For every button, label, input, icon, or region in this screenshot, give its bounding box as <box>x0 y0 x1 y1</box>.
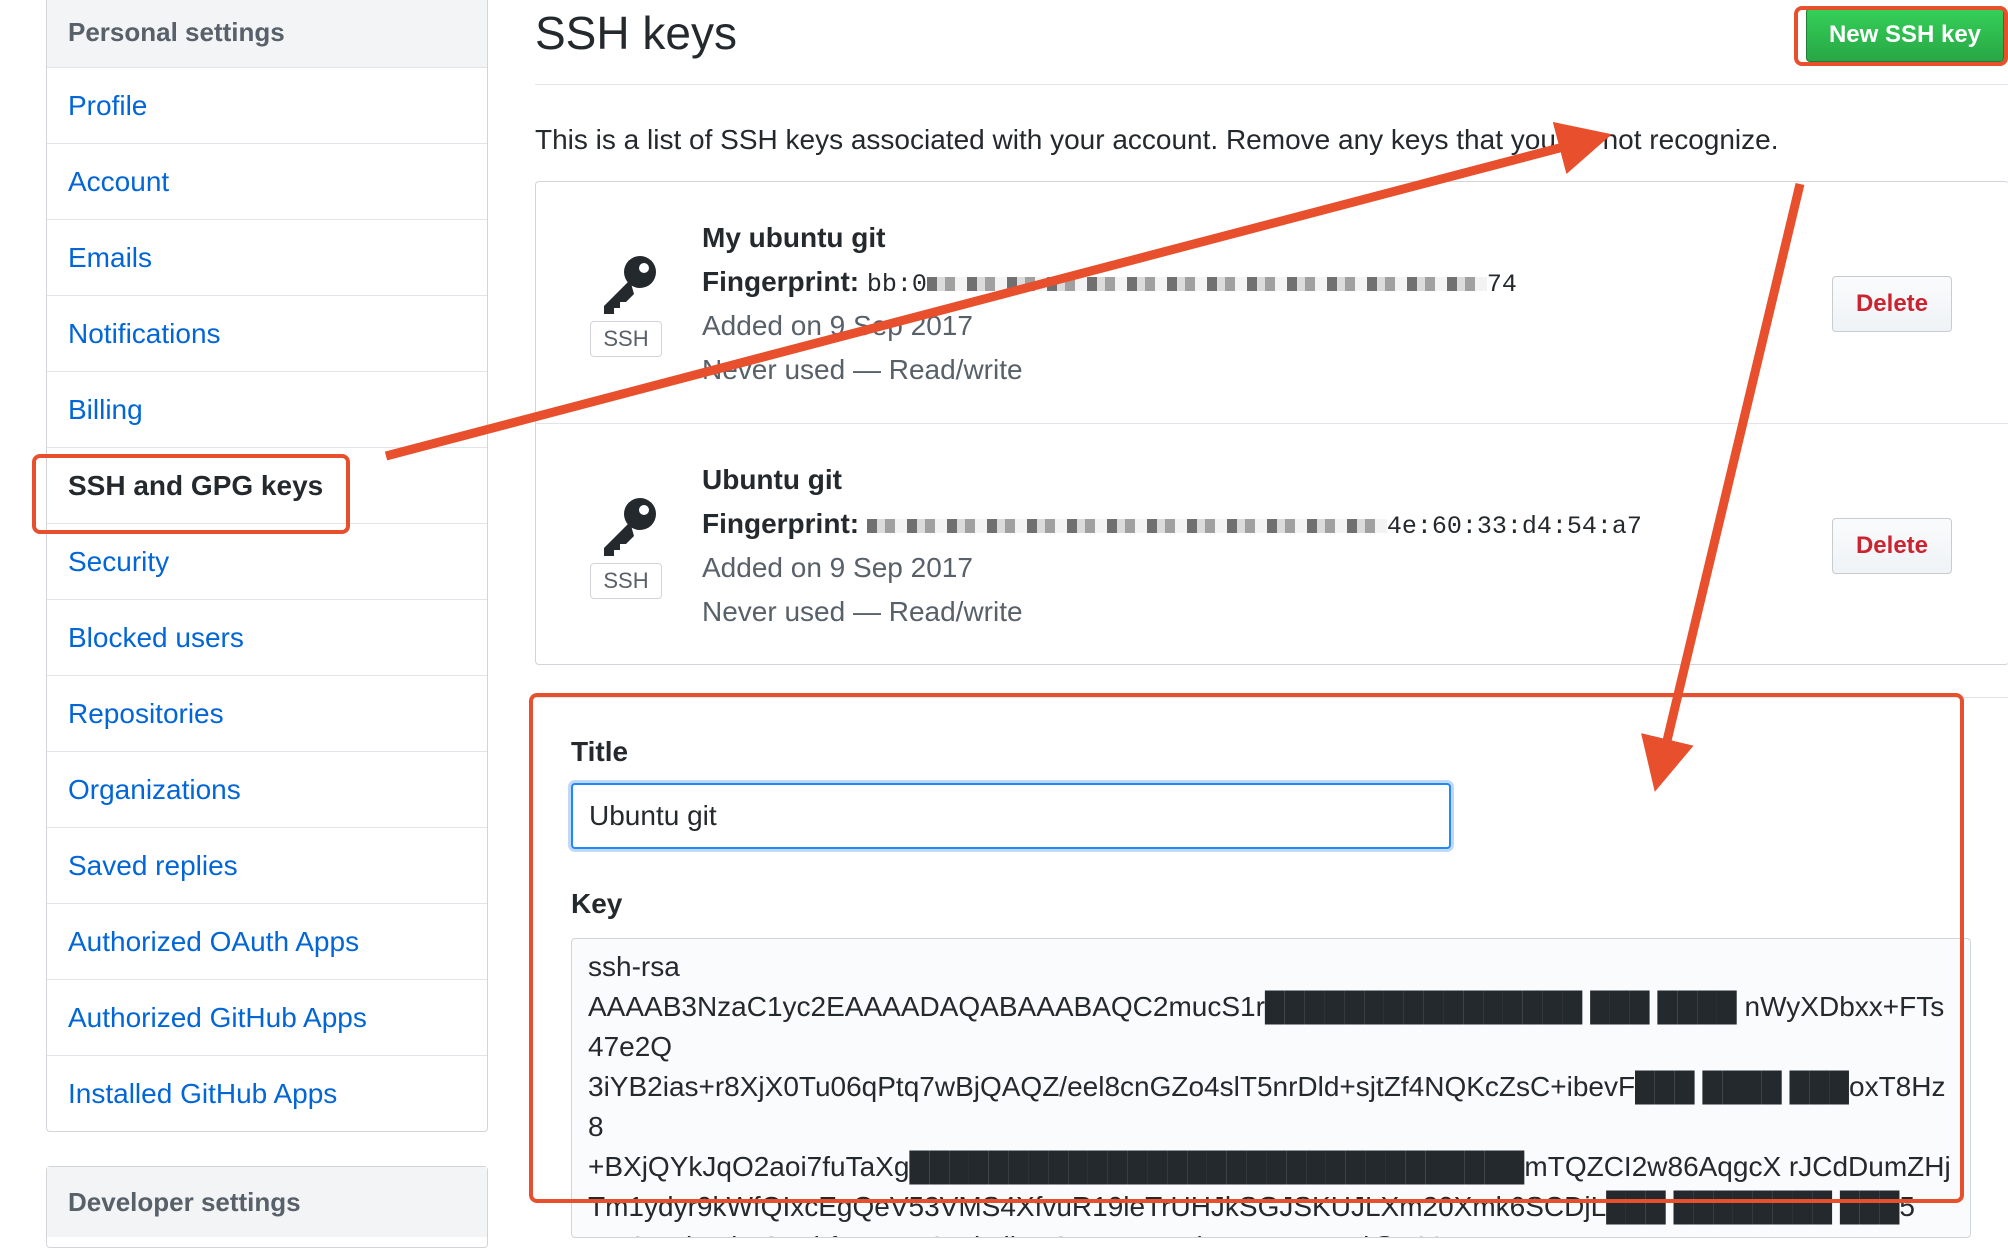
delete-key-button[interactable]: Delete <box>1832 276 1952 332</box>
sidebar-item-notifications[interactable]: Notifications <box>47 296 487 372</box>
sidebar-header: Personal settings <box>47 0 487 68</box>
ssh-badge: SSH <box>590 563 662 599</box>
sidebar-item-security[interactable]: Security <box>47 524 487 600</box>
ssh-keys-list: SSH My ubuntu git Fingerprint: bb:0 74 Ad… <box>535 181 2008 665</box>
key-icon <box>604 498 656 556</box>
key-title: My ubuntu git <box>702 222 886 253</box>
sidebar-item-profile[interactable]: Profile <box>47 68 487 144</box>
delete-key-button[interactable]: Delete <box>1832 518 1952 574</box>
sidebar-item-installed-github-apps[interactable]: Installed GitHub Apps <box>47 1056 487 1131</box>
sidebar-item-account[interactable]: Account <box>47 144 487 220</box>
title-divider <box>535 84 2008 85</box>
sidebar-item-authorized-github-apps[interactable]: Authorized GitHub Apps <box>47 980 487 1056</box>
sidebar-item-repositories[interactable]: Repositories <box>47 676 487 752</box>
settings-sidebar: Personal settings Profile Account Emails… <box>46 0 488 1132</box>
sidebar-item-emails[interactable]: Emails <box>47 220 487 296</box>
key-usage: Never used — Read/write <box>702 596 1023 627</box>
intro-text: This is a list of SSH keys associated wi… <box>535 124 1779 155</box>
annotation-highlight-new-key <box>1794 6 2008 66</box>
fingerprint-label: Fingerprint: <box>702 508 860 539</box>
ssh-key-row: SSH Ubuntu git Fingerprint: 4e:60:33:d4:… <box>536 423 2008 664</box>
developer-settings-header[interactable]: Developer settings <box>47 1167 487 1237</box>
ssh-key-row: SSH My ubuntu git Fingerprint: bb:0 74 Ad… <box>536 182 2008 422</box>
redacted-fingerprint <box>926 276 1487 291</box>
key-icon <box>604 256 656 314</box>
fingerprint-value-end: 74 <box>1486 270 1517 299</box>
key-fingerprint: Fingerprint: 4e:60:33:d4:54:a7 <box>702 508 1642 541</box>
key-added-date: Added on 9 Sep 2017 <box>702 310 973 341</box>
key-usage: Never used — Read/write <box>702 354 1023 385</box>
fingerprint-label: Fingerprint: <box>702 266 860 297</box>
sidebar-item-billing[interactable]: Billing <box>47 372 487 448</box>
page-title: SSH keys <box>535 7 737 59</box>
key-title: Ubuntu git <box>702 464 842 495</box>
ssh-badge: SSH <box>590 321 662 357</box>
sidebar-item-oauth-apps[interactable]: Authorized OAuth Apps <box>47 904 487 980</box>
sidebar-item-blocked-users[interactable]: Blocked users <box>47 600 487 676</box>
developer-settings-box: Developer settings <box>46 1166 488 1248</box>
fingerprint-value-start: bb:0 <box>866 270 927 299</box>
annotation-highlight-sidebar <box>32 454 350 534</box>
key-fingerprint: Fingerprint: bb:0 74 <box>702 266 1517 299</box>
annotation-highlight-form <box>529 693 1964 1203</box>
sidebar-item-organizations[interactable]: Organizations <box>47 752 487 828</box>
redacted-fingerprint <box>866 518 1387 533</box>
sidebar-item-saved-replies[interactable]: Saved replies <box>47 828 487 904</box>
fingerprint-value-end: 4e:60:33:d4:54:a7 <box>1386 512 1642 541</box>
key-added-date: Added on 9 Sep 2017 <box>702 552 973 583</box>
